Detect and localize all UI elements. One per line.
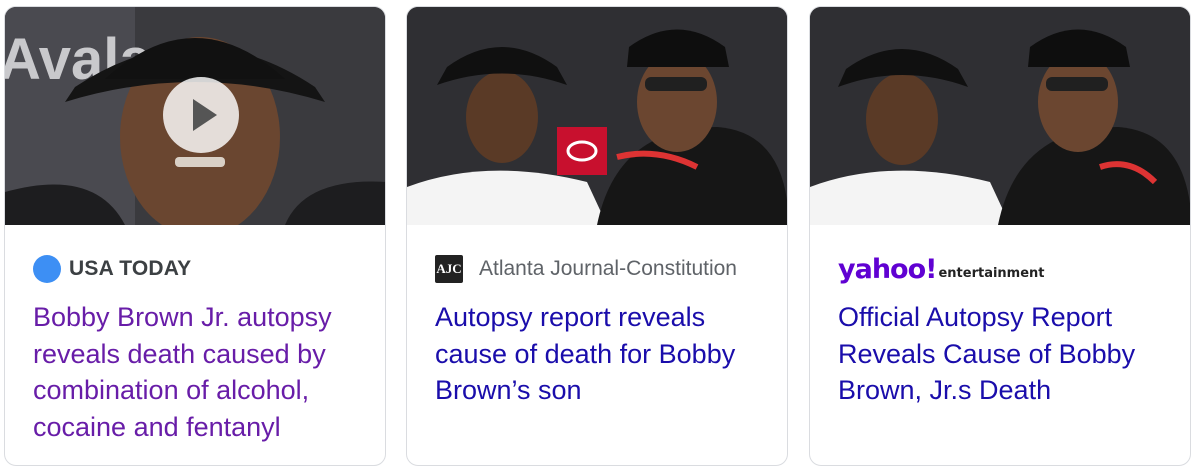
news-source-3: yahoo! entertainment (838, 253, 1045, 285)
play-video-icon[interactable] (163, 77, 239, 153)
usa-today-dot-icon (33, 255, 61, 283)
news-thumbnail-2[interactable] (407, 7, 787, 225)
news-card-3[interactable]: yahoo! entertainment Official Autopsy Re… (809, 6, 1191, 466)
news-thumbnail-3[interactable] (810, 7, 1190, 225)
news-source-1: USA TODAY (33, 255, 191, 283)
source-name: Atlanta Journal-Constitution (479, 257, 737, 280)
headline-link-2[interactable]: Autopsy report reveals cause of death fo… (435, 299, 765, 409)
ajc-logo-icon: AJC (435, 255, 463, 283)
yahoo-logo: yahoo! (838, 253, 937, 285)
news-card-2[interactable]: AJC Atlanta Journal-Constitution Autopsy… (406, 6, 788, 466)
news-source-2: AJC Atlanta Journal-Constitution (435, 255, 737, 283)
source-name: USA TODAY (69, 257, 192, 280)
news-card-1[interactable]: Avala USA TODAY Bobby Brown Jr. autopsy … (4, 6, 386, 466)
headline-link-1[interactable]: Bobby Brown Jr. autopsy reveals death ca… (33, 299, 363, 445)
news-thumbnail-1[interactable]: Avala (5, 7, 385, 225)
headline-link-3[interactable]: Official Autopsy Report Reveals Cause of… (838, 299, 1168, 409)
yahoo-entertainment-label: entertainment (938, 265, 1045, 281)
